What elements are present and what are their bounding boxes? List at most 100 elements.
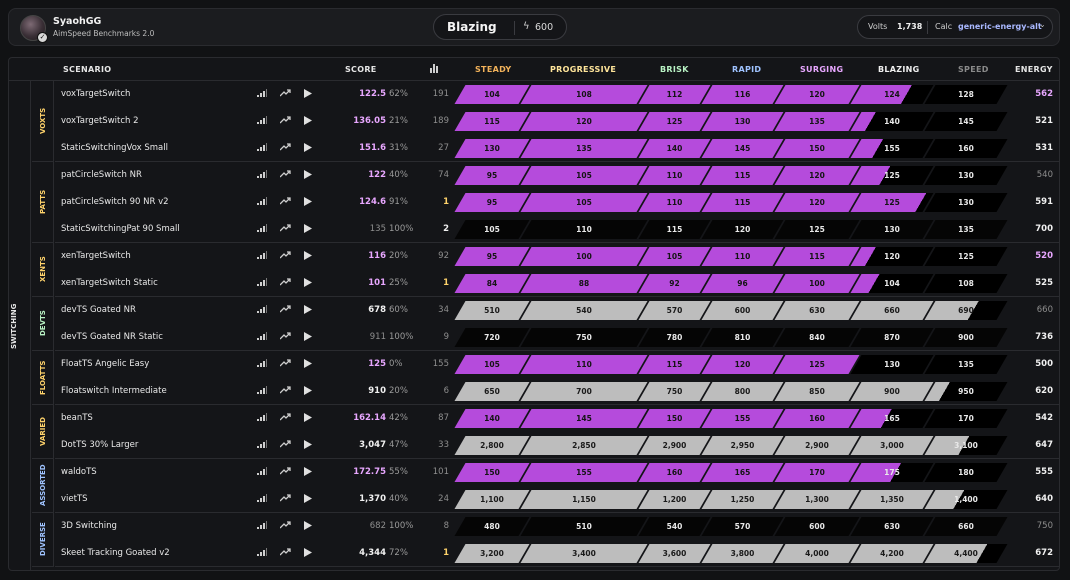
trend-icon[interactable] (279, 332, 291, 342)
leaderboard-rank[interactable]: 189 (433, 116, 449, 126)
leaderboard-rank[interactable]: 155 (433, 359, 449, 369)
leaderboard-rank[interactable]: 1 (443, 278, 449, 288)
trend-icon[interactable] (279, 305, 291, 315)
table-row[interactable]: 3D Switching 682 100% 8 480 510 540 570 600 630 66… (55, 513, 1059, 540)
trend-icon[interactable] (279, 197, 291, 207)
play-icon[interactable] (304, 413, 312, 424)
table-row[interactable]: xenTargetSwitch Static 101 25% 1 84 88 92 96 100… (55, 270, 1059, 297)
leaderboard-rank[interactable]: 8 (444, 521, 449, 531)
table-row[interactable]: vietTS 1,370 40% 24 1,100 1,150 1,200 1,250 1,30… (55, 486, 1059, 513)
leaderboard-rank[interactable]: 87 (438, 413, 449, 423)
signal-icon[interactable] (257, 386, 267, 396)
leaderboard-rank[interactable]: 27 (438, 143, 449, 153)
table-row[interactable]: voxTargetSwitch 122.5 62% 191 104 108 112 116 12… (55, 81, 1059, 108)
play-icon[interactable] (304, 143, 312, 154)
play-icon[interactable] (304, 467, 312, 478)
play-icon[interactable] (304, 386, 312, 397)
table-row[interactable]: patCircleSwitch NR 122 40% 74 95 105 110 115 120… (55, 162, 1059, 189)
scenario-name[interactable]: patCircleSwitch 90 NR v2 (61, 197, 169, 207)
scenario-name[interactable]: voxTargetSwitch 2 (61, 116, 139, 126)
signal-icon[interactable] (257, 89, 267, 99)
header-steady[interactable]: STEADY (475, 65, 512, 74)
play-icon[interactable] (304, 116, 312, 127)
signal-icon[interactable] (257, 143, 267, 153)
scenario-name[interactable]: xenTargetSwitch Static (61, 278, 158, 288)
header-progressive[interactable]: PROGRESSIVE (550, 65, 616, 74)
leaderboard-rank[interactable]: 2 (443, 224, 449, 234)
chevron-down-icon[interactable]: ⌄ (1039, 20, 1046, 29)
scenario-name[interactable]: 3D Switching (61, 521, 117, 531)
leaderboard-rank[interactable]: 101 (433, 467, 449, 477)
table-row[interactable]: devTS Goated NR Static 911 100% 9 720 750 780 8… (55, 324, 1059, 351)
signal-icon[interactable] (257, 197, 267, 207)
signal-icon[interactable] (257, 332, 267, 342)
play-icon[interactable] (304, 494, 312, 505)
leaderboard-rank[interactable]: 92 (438, 251, 449, 261)
trend-icon[interactable] (279, 251, 291, 261)
signal-icon[interactable] (257, 440, 267, 450)
play-icon[interactable] (304, 305, 312, 316)
signal-icon[interactable] (257, 305, 267, 315)
scenario-name[interactable]: Floatswitch Intermediate (61, 386, 167, 396)
signal-icon[interactable] (257, 116, 267, 126)
scenario-name[interactable]: waldoTS (61, 467, 97, 477)
table-row[interactable]: Floatswitch Intermediate 910 20% 6 650 700 750… (55, 378, 1059, 405)
header-scenario[interactable]: SCENARIO (63, 65, 111, 74)
trend-icon[interactable] (279, 89, 291, 99)
trend-icon[interactable] (279, 116, 291, 126)
trend-icon[interactable] (279, 170, 291, 180)
table-row[interactable]: DotTS 30% Larger 3,047 47% 33 2,800 2,850 2,90… (55, 432, 1059, 459)
trend-icon[interactable] (279, 386, 291, 396)
header-rapid[interactable]: RAPID (732, 65, 761, 74)
play-icon[interactable] (304, 170, 312, 181)
scenario-name[interactable]: Skeet Tracking Goated v2 (61, 548, 170, 558)
scenario-name[interactable]: StaticSwitchingPat 90 Small (61, 224, 180, 234)
header-energy[interactable]: ENERGY (1015, 65, 1053, 74)
leaderboard-rank[interactable]: 33 (438, 440, 449, 450)
play-icon[interactable] (304, 251, 312, 262)
trend-icon[interactable] (279, 521, 291, 531)
signal-icon[interactable] (257, 548, 267, 558)
scenario-name[interactable]: devTS Goated NR Static (61, 332, 163, 342)
header-speed[interactable]: SPEED (958, 65, 989, 74)
scenario-name[interactable]: vietTS (61, 494, 88, 504)
play-icon[interactable] (304, 332, 312, 343)
table-row[interactable]: patCircleSwitch 90 NR v2 124.6 91% 1 95 105 11… (55, 189, 1059, 216)
header-blazing[interactable]: BLAZING (878, 65, 920, 74)
table-row[interactable]: StaticSwitchingPat 90 Small 135 100% 2 105 11… (55, 216, 1059, 243)
scenario-name[interactable]: xenTargetSwitch (61, 251, 131, 261)
signal-icon[interactable] (257, 467, 267, 477)
trend-icon[interactable] (279, 494, 291, 504)
signal-icon[interactable] (257, 224, 267, 234)
play-icon[interactable] (304, 359, 312, 370)
user-name[interactable]: SyaohGG (53, 16, 101, 27)
table-row[interactable]: waldoTS 172.75 55% 101 150 155 160 165 170 175 180… (55, 459, 1059, 486)
play-icon[interactable] (304, 224, 312, 235)
trend-icon[interactable] (279, 224, 291, 234)
trend-icon[interactable] (279, 467, 291, 477)
scenario-name[interactable]: DotTS 30% Larger (61, 440, 138, 450)
leaderboard-rank[interactable]: 1 (443, 548, 449, 558)
play-icon[interactable] (304, 278, 312, 289)
signal-icon[interactable] (257, 359, 267, 369)
scenario-name[interactable]: devTS Goated NR (61, 305, 136, 315)
scenario-name[interactable]: patCircleSwitch NR (61, 170, 142, 180)
leaderboard-rank[interactable]: 1 (443, 197, 449, 207)
scenario-name[interactable]: beanTS (61, 413, 93, 423)
play-icon[interactable] (304, 89, 312, 100)
signal-icon[interactable] (257, 413, 267, 423)
leaderboard-rank[interactable]: 191 (433, 89, 449, 99)
bar-chart-icon[interactable] (429, 63, 439, 75)
header-score[interactable]: SCORE (345, 65, 377, 74)
header-surging[interactable]: SURGING (800, 65, 843, 74)
play-icon[interactable] (304, 440, 312, 451)
play-icon[interactable] (304, 548, 312, 559)
leaderboard-rank[interactable]: 34 (438, 305, 449, 315)
leaderboard-rank[interactable]: 6 (444, 386, 449, 396)
trend-icon[interactable] (279, 359, 291, 369)
leaderboard-rank[interactable]: 9 (444, 332, 449, 342)
trend-icon[interactable] (279, 440, 291, 450)
signal-icon[interactable] (257, 170, 267, 180)
play-icon[interactable] (304, 197, 312, 208)
leaderboard-rank[interactable]: 24 (438, 494, 449, 504)
